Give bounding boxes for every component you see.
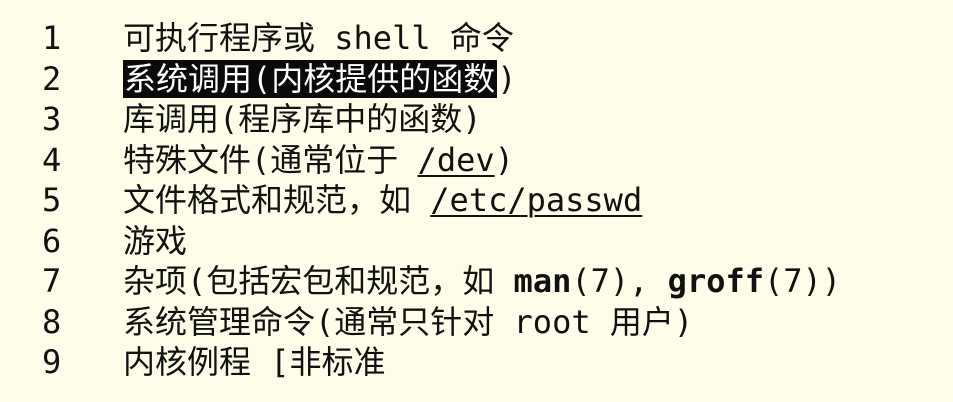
section-number: 5 <box>42 181 62 219</box>
section-number: 3 <box>42 100 62 138</box>
section-row: 6 游戏 <box>0 221 953 262</box>
section-description-tail: ) <box>497 59 517 98</box>
section-description: 可执行程序或 shell 命令 <box>123 19 514 57</box>
path-reference: /etc/passwd <box>430 181 643 219</box>
terminal-man-sections: 1 可执行程序或 shell 命令 2 系统调用(内核提供的函数) 3 库调用(… <box>0 0 953 402</box>
description-text: (7), <box>571 262 668 300</box>
section-description: 系统管理命令(通常只针对 root 用户) <box>123 302 694 341</box>
command-name: man <box>513 262 572 300</box>
description-text: 文件格式和规范，如 <box>123 181 431 219</box>
section-description: 杂项(包括宏包和规范，如 man(7), groff(7)) <box>123 261 841 302</box>
section-number: 7 <box>42 262 62 300</box>
path-reference: /dev <box>417 140 495 179</box>
section-description: 特殊文件(通常位于 /dev) <box>123 140 514 181</box>
section-description: 系统调用(内核提供的函数) <box>123 59 517 100</box>
section-number: 9 <box>42 343 62 381</box>
description-text: 特殊文件(通常位于 <box>123 140 418 179</box>
section-number: 8 <box>42 302 62 341</box>
description-text: ) <box>494 140 514 179</box>
section-row: 7 杂项(包括宏包和规范，如 man(7), groff(7)) <box>0 261 953 302</box>
section-number: 4 <box>42 140 62 179</box>
section-row: 2 系统调用(内核提供的函数) <box>0 59 953 100</box>
command-name: groff <box>667 262 764 300</box>
selected-text[interactable]: 系统调用(内核提供的函数 <box>123 59 498 98</box>
man-section-list: 1 可执行程序或 shell 命令 2 系统调用(内核提供的函数) 3 库调用(… <box>0 18 953 383</box>
description-text: (7)) <box>764 262 842 300</box>
section-description: 库调用(程序库中的函数) <box>123 100 482 138</box>
section-number: 6 <box>42 221 62 260</box>
description-text: 杂项(包括宏包和规范，如 <box>123 262 514 300</box>
section-number: 2 <box>42 59 62 98</box>
section-row: 5 文件格式和规范，如 /etc/passwd <box>0 180 953 221</box>
section-description: 文件格式和规范，如 /etc/passwd <box>123 180 642 221</box>
section-row: 9 内核例程 [非标准 <box>0 342 953 383</box>
section-description: 游戏 <box>123 221 188 260</box>
section-number: 1 <box>42 19 62 57</box>
section-row: 3 库调用(程序库中的函数) <box>0 99 953 140</box>
section-row: 1 可执行程序或 shell 命令 <box>0 18 953 59</box>
section-row: 4 特殊文件(通常位于 /dev) <box>0 140 953 181</box>
section-row: 8 系统管理命令(通常只针对 root 用户) <box>0 302 953 343</box>
section-description: 内核例程 [非标准 <box>123 343 386 381</box>
